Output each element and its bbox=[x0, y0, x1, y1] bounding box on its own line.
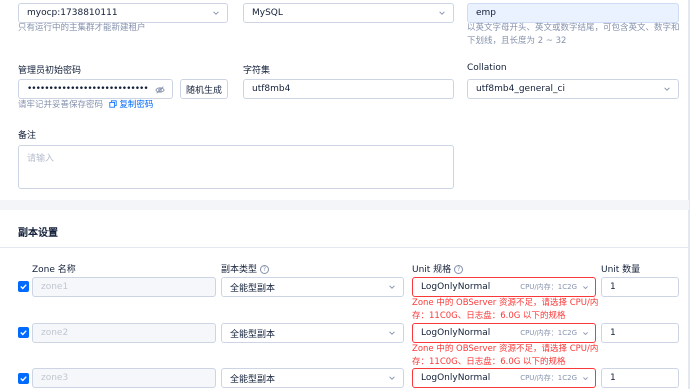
chevron-down-icon bbox=[583, 377, 588, 381]
eye-off-icon[interactable] bbox=[155, 85, 165, 95]
remark-label: 备注 bbox=[18, 131, 37, 141]
zone1-error-line1: Zone 中的 OBServer 资源不足，请选择 CPU/内 bbox=[412, 298, 599, 308]
random-generate-button[interactable]: 随机生成 bbox=[180, 79, 228, 99]
zone1-error-line2: 存：11C0G、日志盘：6.0G 以下的规格 bbox=[412, 311, 566, 321]
collation-select[interactable]: utf8mb4_general_ci bbox=[467, 79, 679, 99]
mode-select-value: MySQL bbox=[252, 8, 283, 18]
chevron-down-icon bbox=[583, 332, 588, 336]
zone1-type-select[interactable]: 全能型副本 bbox=[221, 277, 404, 297]
replica-type-header: 副本类型? bbox=[221, 262, 270, 275]
password-value: •••••••••••••••••••••••••••• bbox=[27, 84, 149, 94]
remark-textarea[interactable] bbox=[18, 145, 454, 189]
chevron-down-icon bbox=[389, 376, 395, 380]
zone1-spec-meta: CPU/内存：1C2G bbox=[520, 283, 577, 291]
zone3-spec-meta: CPU/内存：1C2G bbox=[520, 374, 577, 382]
section-divider bbox=[0, 247, 689, 248]
collation-select-value: utf8mb4_general_ci bbox=[476, 84, 565, 94]
zone2-error-line1: Zone 中的 OBServer 资源不足，请选择 CPU/内 bbox=[412, 344, 599, 354]
check-icon bbox=[20, 376, 27, 382]
zone1-checkbox[interactable] bbox=[18, 281, 29, 292]
zone1-count-input[interactable]: 1 bbox=[601, 277, 679, 297]
check-icon bbox=[20, 330, 27, 336]
tenant-name-input[interactable]: emp bbox=[467, 3, 679, 23]
replica-type-header-label: 副本类型 bbox=[221, 265, 258, 275]
mode-select[interactable]: MySQL bbox=[243, 3, 454, 23]
copy-icon bbox=[109, 100, 117, 108]
replica-section-title: 副本设置 bbox=[18, 228, 58, 239]
password-help: 请牢记并妥善保存密码 复制密码 bbox=[18, 99, 153, 112]
copy-password-link[interactable]: 复制密码 bbox=[109, 100, 154, 110]
unit-count-header: Unit 数量 bbox=[601, 265, 641, 275]
zone3-spec-select[interactable]: LogOnlyNormal CPU/内存：1C2G bbox=[412, 368, 596, 388]
tenant-name-help-line1: 以英文字母开头、英文或数字结尾，可包含英文、数字和 bbox=[467, 23, 680, 33]
question-circle-icon[interactable]: ? bbox=[454, 265, 464, 274]
cluster-help-text: 只有运行中的主集群才能新建租户 bbox=[18, 23, 146, 33]
chevron-down-icon bbox=[213, 11, 219, 15]
zone3-name-input[interactable]: zone3 bbox=[32, 368, 216, 388]
tenant-name-value: emp bbox=[476, 8, 497, 18]
tenant-name-help-line2: 下划线，且长度为 2 ~ 32 bbox=[467, 36, 567, 46]
zone1-type-value: 全能型副本 bbox=[230, 283, 276, 294]
zone1-spec-name: LogOnlyNormal bbox=[421, 282, 491, 292]
charset-select[interactable]: utf8mb4 bbox=[243, 79, 454, 99]
zone2-spec-name: LogOnlyNormal bbox=[421, 328, 491, 338]
zone3-type-value: 全能型副本 bbox=[230, 374, 276, 385]
unit-spec-header-label: Unit 规格 bbox=[412, 265, 452, 275]
basic-info-card: myocp:1738810111 只有运行中的主集群才能新建租户 MySQL e… bbox=[0, 0, 689, 200]
zone2-type-select[interactable]: 全能型副本 bbox=[221, 323, 404, 343]
chevron-down-icon bbox=[389, 331, 395, 335]
zone1-spec-select[interactable]: LogOnlyNormal CPU/内存：1C2G bbox=[412, 277, 596, 297]
charset-label: 字符集 bbox=[243, 66, 271, 76]
check-icon bbox=[20, 284, 27, 290]
zone1-name-input[interactable]: zone1 bbox=[32, 277, 216, 297]
zone2-type-value: 全能型副本 bbox=[230, 329, 276, 340]
zone-name-header: Zone 名称 bbox=[32, 265, 76, 275]
chevron-down-icon bbox=[583, 286, 588, 290]
question-circle-icon[interactable]: ? bbox=[260, 265, 270, 274]
copy-password-label: 复制密码 bbox=[119, 100, 154, 110]
zone2-spec-meta: CPU/内存：1C2G bbox=[520, 329, 577, 337]
password-input[interactable]: •••••••••••••••••••••••••••• bbox=[18, 79, 173, 99]
cluster-select[interactable]: myocp:1738810111 bbox=[18, 3, 228, 23]
chevron-down-icon bbox=[439, 11, 445, 15]
replica-settings-card: 副本设置 Zone 名称 副本类型? Unit 规格? Unit 数量 zone… bbox=[0, 210, 689, 389]
zone3-count-input[interactable]: 1 bbox=[601, 368, 679, 388]
chevron-down-icon bbox=[664, 87, 670, 91]
password-label: 管理员初始密码 bbox=[18, 66, 82, 76]
zone3-type-select[interactable]: 全能型副本 bbox=[221, 368, 404, 388]
unit-spec-header: Unit 规格? bbox=[412, 262, 464, 275]
zone2-checkbox[interactable] bbox=[18, 327, 29, 338]
zone2-name-input[interactable]: zone2 bbox=[32, 323, 216, 343]
password-help-text: 请牢记并妥善保存密码 bbox=[18, 100, 104, 110]
cluster-select-value: myocp:1738810111 bbox=[27, 8, 118, 18]
charset-select-value: utf8mb4 bbox=[252, 84, 291, 94]
chevron-down-icon bbox=[389, 285, 395, 289]
zone2-count-input[interactable]: 1 bbox=[601, 323, 679, 343]
zone2-spec-select[interactable]: LogOnlyNormal CPU/内存：1C2G bbox=[412, 323, 596, 343]
zone3-spec-name: LogOnlyNormal bbox=[421, 373, 491, 383]
collation-label: Collation bbox=[467, 63, 507, 73]
zone3-checkbox[interactable] bbox=[18, 373, 29, 384]
